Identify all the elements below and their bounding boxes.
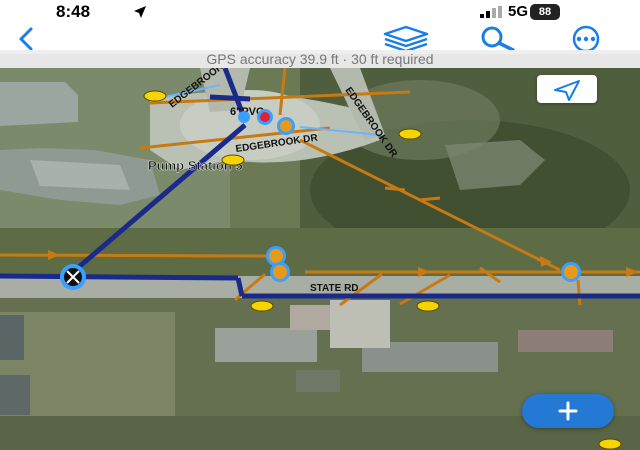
building-roof [296, 370, 340, 392]
network-type: 5G [508, 3, 529, 20]
battery-level: 88 [530, 4, 560, 20]
building-roof [215, 328, 317, 362]
locate-me-button[interactable] [537, 75, 597, 103]
add-feature-button[interactable] [522, 394, 614, 428]
building-roof [0, 375, 30, 415]
building-roof [0, 82, 78, 126]
gps-accuracy-banner: GPS accuracy 39.9 ft · 30 ft required [0, 50, 640, 68]
building-roof [290, 305, 330, 330]
driveway [330, 300, 390, 348]
pump-station-marker[interactable] [60, 264, 86, 290]
map-view[interactable]: EDGEBROOK DR EDGEBROOK DR EDGEBROOK DR 6… [0, 68, 640, 450]
state-road-label: STATE RD [310, 283, 359, 294]
building-roof [0, 315, 24, 360]
status-bar: 8:48 5G 88 [0, 0, 640, 24]
map-canvas[interactable]: EDGEBROOK DR EDGEBROOK DR EDGEBROOK DR 6… [0, 68, 640, 450]
gps-accuracy-text: GPS accuracy 39.9 ft · 30 ft required [206, 51, 434, 67]
plus-icon [558, 401, 578, 421]
building-roof [518, 330, 613, 352]
status-time: 8:48 [56, 2, 91, 21]
navigation-arrow-icon [554, 80, 580, 101]
location-arrow-icon [134, 6, 146, 18]
signal-bars-icon [480, 6, 502, 18]
